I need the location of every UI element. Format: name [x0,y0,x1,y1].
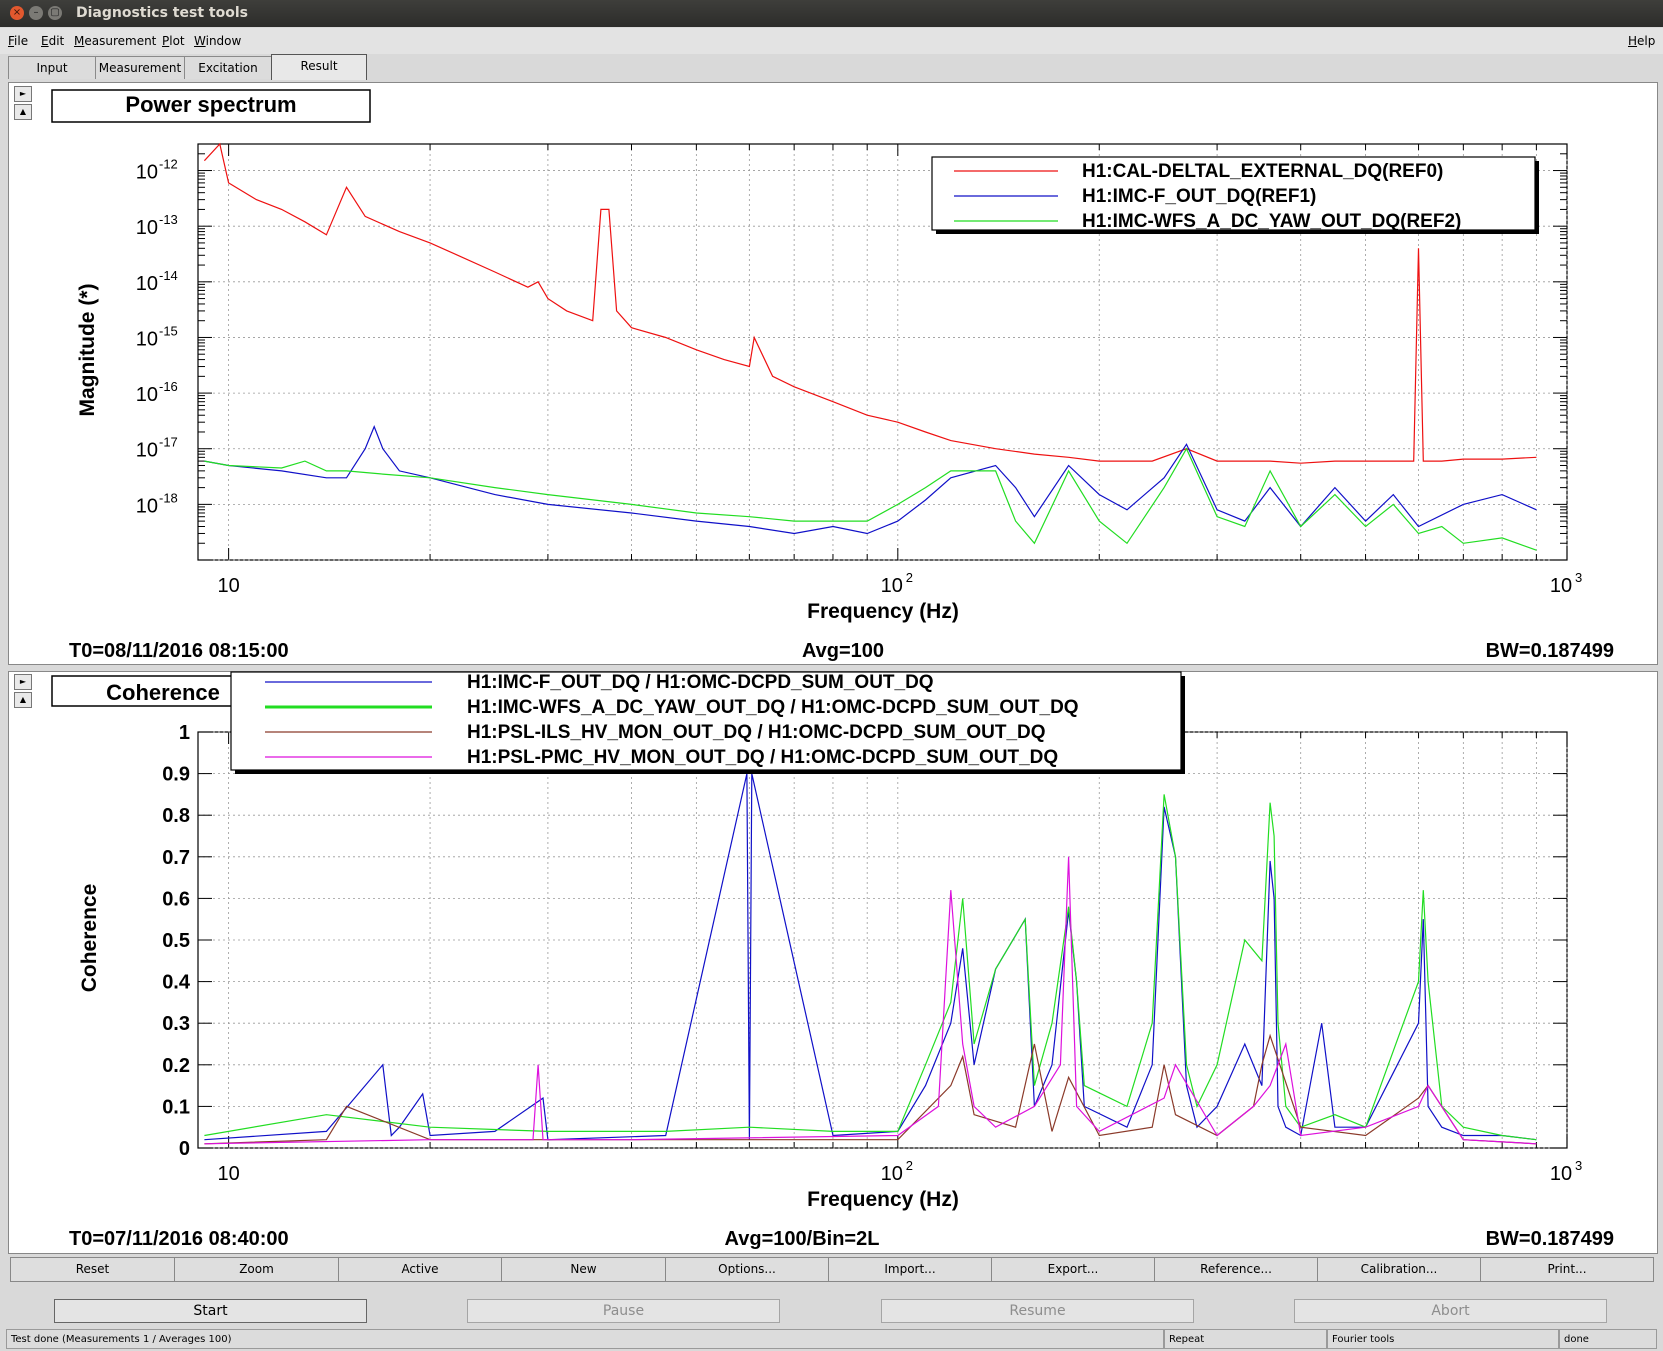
active-button[interactable]: Active [338,1257,502,1282]
coherence-ylabel: Coherence [78,884,101,993]
power-t0: T0=08/11/2016 08:15:00 [69,640,289,662]
coherence-legend-label-3: H1:PSL-PMC_HV_MON_OUT_DQ / H1:OMC-DCPD_S… [467,747,1058,768]
coherence-ytick-label-7: 0.3 [162,1013,190,1035]
coherence-xtick-exp-3: 3 [1575,1158,1582,1173]
coherence-xtick-label-1000: 10 [1550,1163,1572,1185]
start-button[interactable]: Start [54,1299,367,1323]
power-ytick-exp-1: -13 [159,212,178,227]
coherence-ytick-label-0: 1 [179,722,190,744]
coherence-xtick-label-10: 10 [217,1163,239,1185]
zoom-button[interactable]: Zoom [174,1257,339,1282]
abort-button[interactable]: Abort [1294,1299,1607,1323]
power-bw: BW=0.187499 [1486,640,1614,662]
reference-button[interactable]: Reference... [1154,1257,1318,1282]
power-ytick-base-5: 10 [136,440,158,462]
coherence-xlabel: Frequency (Hz) [807,1188,959,1211]
power-legend-label-2: H1:IMC-WFS_A_DC_YAW_OUT_DQ(REF2) [1082,211,1461,232]
coherence-ytick-label-1: 0.9 [162,764,190,786]
power-avg: Avg=100 [802,640,884,662]
status-state: done [1559,1329,1657,1349]
power-xtick-exp-3: 3 [1575,570,1582,585]
power-legend-label-1: H1:IMC-F_OUT_DQ(REF1) [1082,186,1316,207]
power-xtick-label-100: 10 [881,575,903,597]
new-button[interactable]: New [501,1257,666,1282]
power-plot-area[interactable]: 10 10 2 10 310 -1210 -1310 -1410 -1510 -1610 -1710… [136,142,1582,597]
coherence-ytick-label-3: 0.7 [162,847,190,869]
power-ytick-exp-5: -17 [159,435,178,450]
status-main: Test done (Measurements 1 / Averages 100… [6,1329,1164,1349]
power-ytick-exp-4: -16 [159,379,178,394]
options-button[interactable]: Options... [665,1257,829,1282]
coherence-xtick-exp-2: 2 [906,1158,913,1173]
coherence-legend-label-2: H1:PSL-ILS_HV_MON_OUT_DQ / H1:OMC-DCPD_S… [467,722,1046,743]
power-title: Power spectrum [125,92,296,117]
power-ytick-base-6: 10 [136,495,158,517]
coherence-title: Coherence [106,680,220,705]
reset-button[interactable]: Reset [10,1257,175,1282]
power-ytick-base-4: 10 [136,384,158,406]
power-ytick-base-3: 10 [136,328,158,350]
resume-button[interactable]: Resume [881,1299,1194,1323]
coherence-legend-label-0: H1:IMC-F_OUT_DQ / H1:OMC-DCPD_SUM_OUT_DQ [467,672,934,693]
coherence-ytick-label-8: 0.2 [162,1055,190,1077]
coherence-ytick-label-10: 0 [179,1138,190,1160]
coherence-xtick-label-100: 10 [881,1163,903,1185]
import-button[interactable]: Import... [828,1257,992,1282]
coherence-t0: T0=07/11/2016 08:40:00 [69,1228,289,1250]
power-ytick-exp-3: -15 [159,323,178,338]
power-xtick-exp-2: 2 [906,570,913,585]
power-ytick-exp-2: -14 [159,268,178,283]
power-xtick-label-1000: 10 [1550,575,1572,597]
status-mode: Repeat [1164,1329,1327,1349]
status-tool: Fourier tools [1327,1329,1559,1349]
power-legend-label-0: H1:CAL-DELTAL_EXTERNAL_DQ(REF0) [1082,161,1443,182]
coherence-bw: BW=0.187499 [1486,1228,1614,1250]
power-ytick-base-2: 10 [136,273,158,295]
power-ylabel: Magnitude (*) [76,284,99,417]
coherence-ytick-label-5: 0.5 [162,930,190,952]
charts-canvas: Power spectrum 10 10 2 10 310 -1210 -1310 -1410… [51,89,1614,1250]
power-ytick-exp-0: -12 [159,157,178,172]
power-ytick-base-0: 10 [136,162,158,184]
coherence-ytick-label-6: 0.4 [162,972,191,994]
power-ytick-base-1: 10 [136,217,158,239]
coherence-ytick-label-9: 0.1 [162,1096,190,1118]
export-button[interactable]: Export... [991,1257,1155,1282]
coherence-plot-area[interactable]: 10 10 2 10 310.90.80.70.60.50.40.30.20.10H1:… [162,671,1582,1185]
calibration-button[interactable]: Calibration... [1317,1257,1481,1282]
pause-button[interactable]: Pause [467,1299,780,1323]
coherence-avg: Avg=100/Bin=2L [725,1228,880,1250]
coherence-legend-label-1: H1:IMC-WFS_A_DC_YAW_OUT_DQ / H1:OMC-DCPD… [467,697,1079,718]
print-button[interactable]: Print... [1480,1257,1654,1282]
coherence-ytick-label-2: 0.8 [162,805,190,827]
power-xlabel: Frequency (Hz) [807,600,959,623]
power-xtick-label-10: 10 [217,575,239,597]
coherence-ytick-label-4: 0.6 [162,888,190,910]
tab-result[interactable]: Result [271,54,367,80]
power-ytick-exp-6: -18 [159,490,178,505]
